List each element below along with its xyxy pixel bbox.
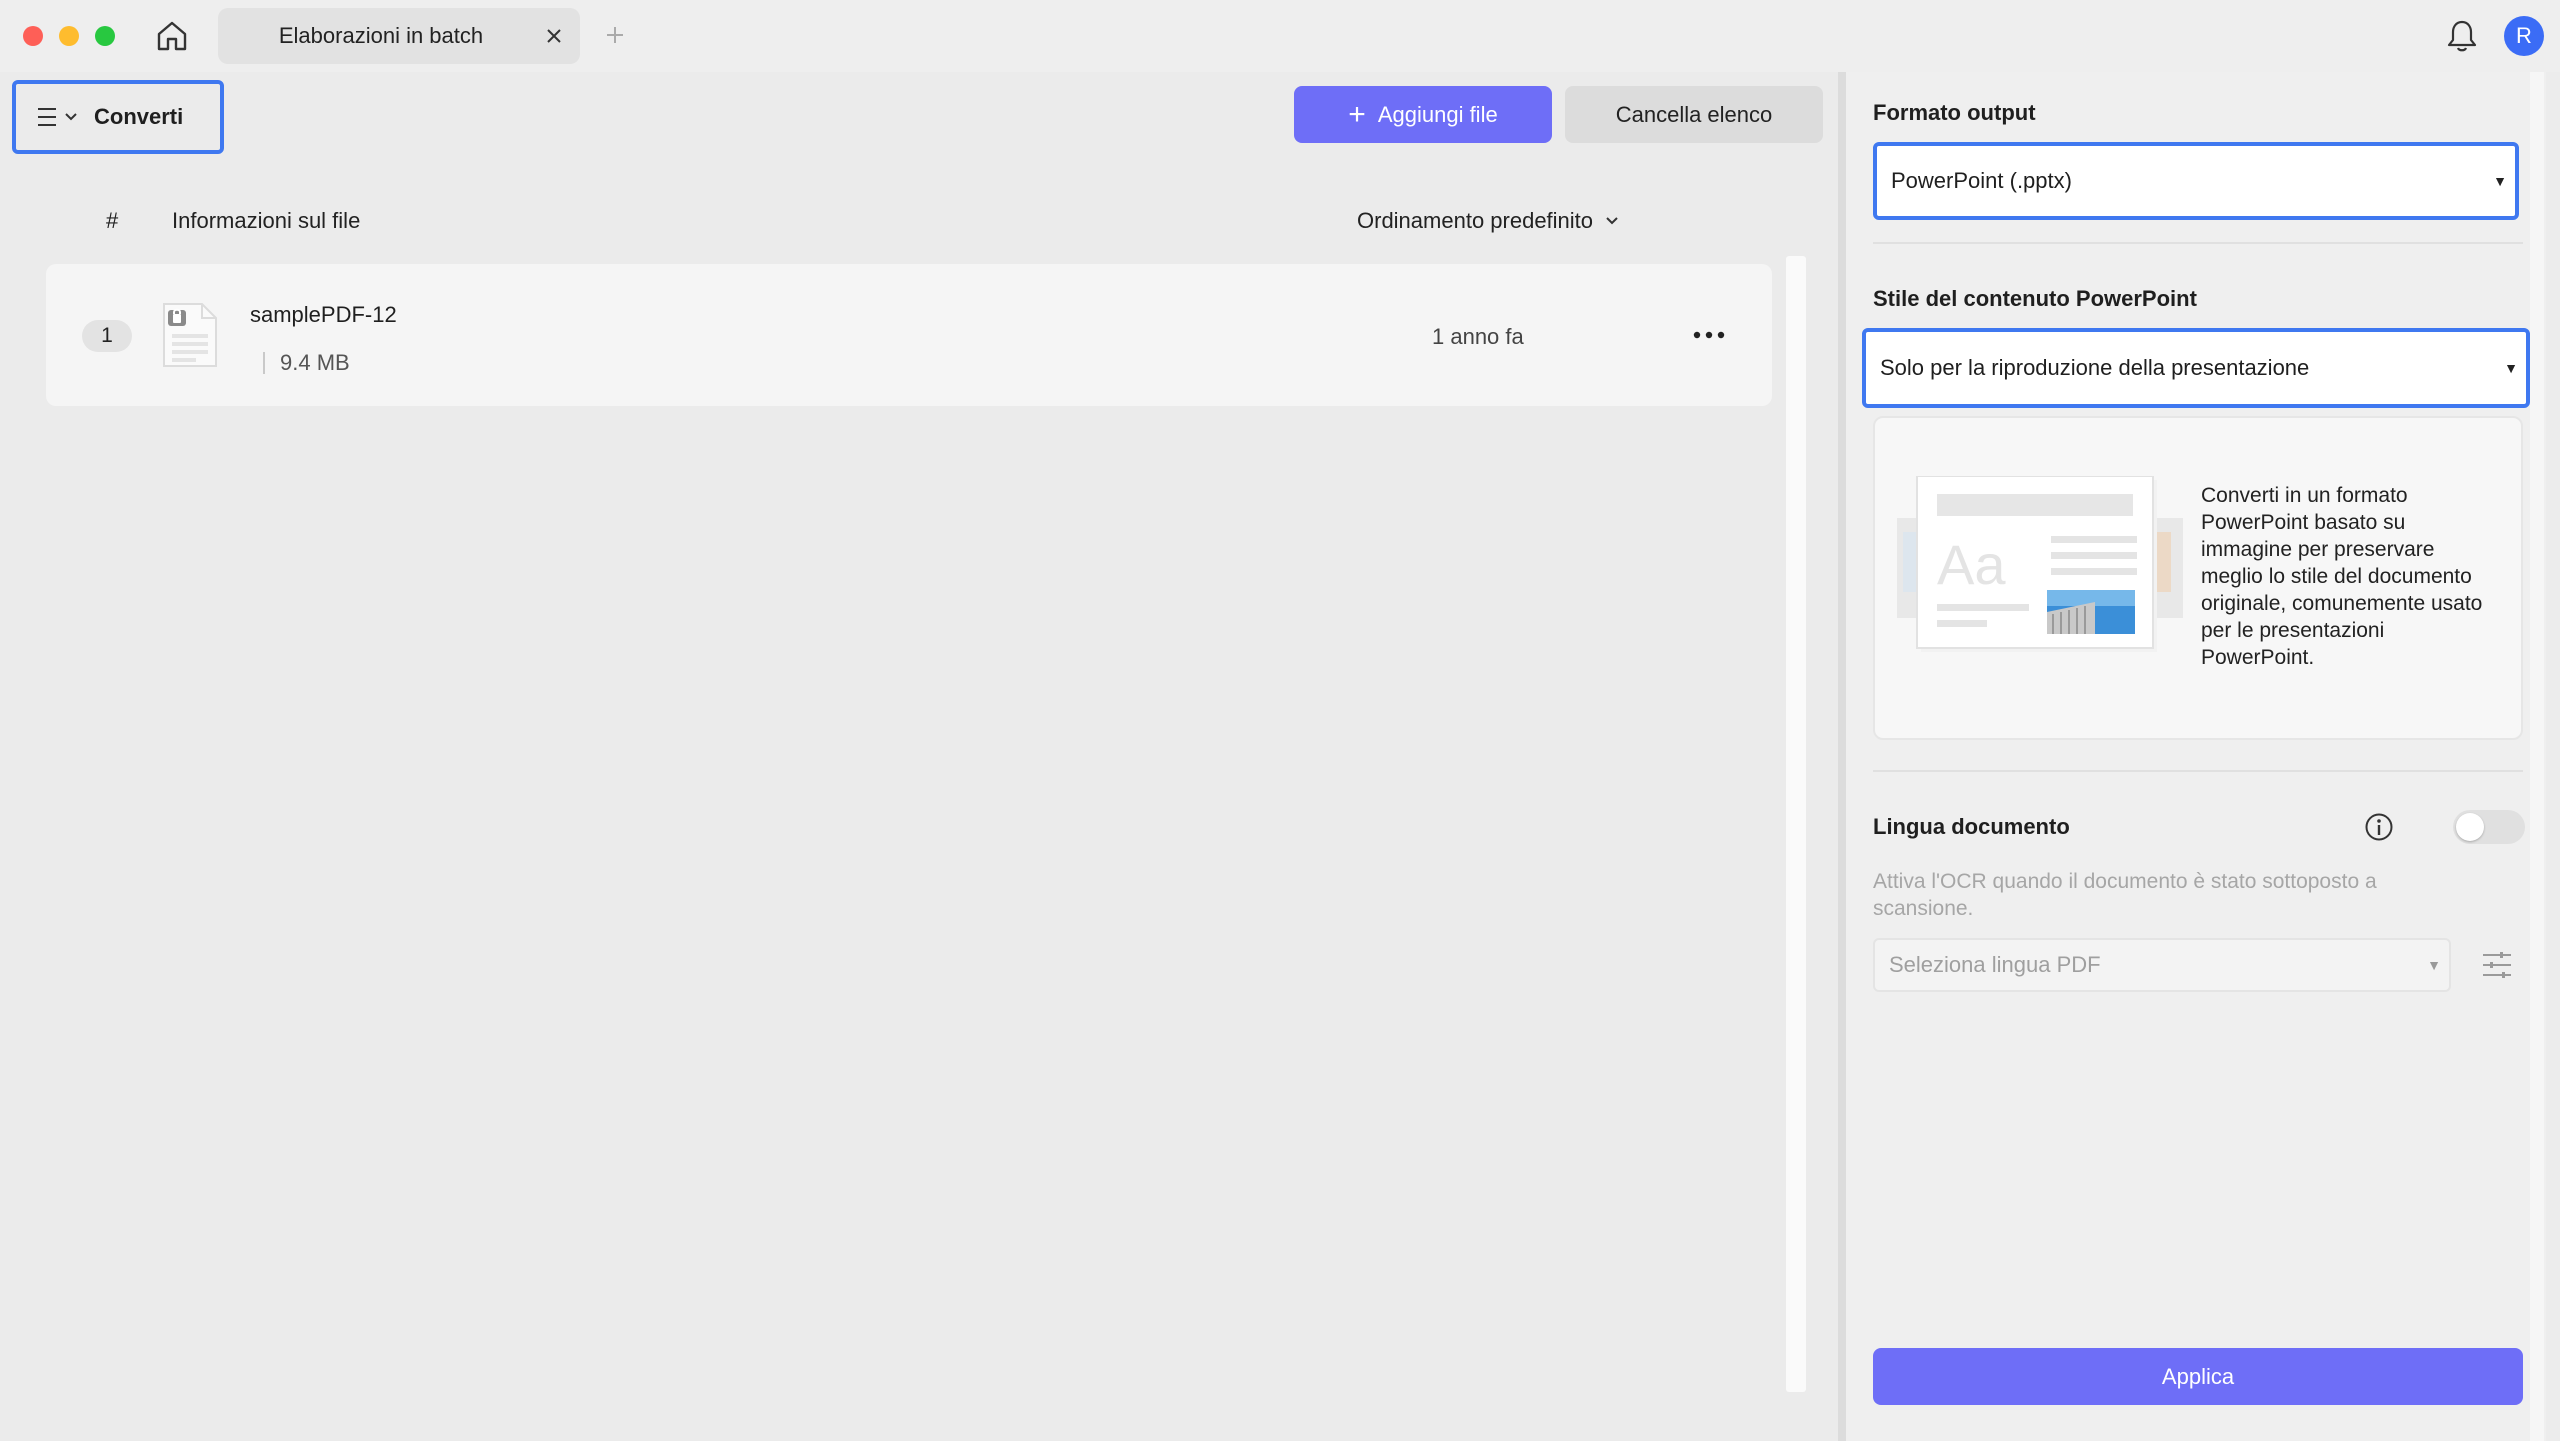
pdf-file-icon xyxy=(162,302,218,368)
settings-panel xyxy=(1846,72,2546,1441)
table-row[interactable]: 1 samplePDF-12 9.4 MB 1 anno fa xyxy=(46,264,1772,406)
svg-text:Aa: Aa xyxy=(1937,533,2006,596)
presentation-preview-image: Aa xyxy=(1895,475,2185,656)
home-button[interactable] xyxy=(150,14,194,58)
ocr-toggle[interactable] xyxy=(2453,810,2525,844)
mode-menu-button[interactable]: Converti xyxy=(12,80,224,154)
chevron-down-icon xyxy=(65,113,77,121)
notifications-button[interactable] xyxy=(2442,16,2482,56)
settings-scrollbar[interactable] xyxy=(2530,72,2544,1441)
pdf-language-placeholder: Seleziona lingua PDF xyxy=(1889,952,2101,977)
ocr-hint-text: Attiva l'OCR quando il documento è stato… xyxy=(1873,870,2377,920)
more-horizontal-icon xyxy=(1693,331,1725,339)
content-style-value: Solo per la riproduzione della presentaz… xyxy=(1880,355,2310,380)
sort-label: Ordinamento predefinito xyxy=(1357,208,1594,233)
minimize-window-button[interactable] xyxy=(59,26,79,46)
home-icon xyxy=(157,21,187,51)
apply-button[interactable]: Applica xyxy=(1873,1348,2523,1405)
tab-title: Elaborazioni in batch xyxy=(278,23,484,48)
divider xyxy=(263,352,265,374)
tab-batch[interactable]: Elaborazioni in batch xyxy=(218,8,580,64)
menu-icon xyxy=(38,108,56,126)
content-style-title: Stile del contenuto PowerPoint xyxy=(1873,286,2197,311)
language-settings-button[interactable] xyxy=(2480,948,2514,982)
output-format-value: PowerPoint (.pptx) xyxy=(1891,168,2072,193)
dropdown-arrow-icon: ▼ xyxy=(2427,957,2441,973)
row-index: 1 xyxy=(82,320,132,352)
document-language-title: Lingua documento xyxy=(1873,814,2070,839)
divider xyxy=(1873,770,2523,772)
plus-icon: + xyxy=(1348,97,1366,131)
file-list-scrollbar[interactable] xyxy=(1786,256,1806,1392)
new-tab-button[interactable] xyxy=(600,20,630,50)
dropdown-arrow-icon: ▼ xyxy=(2493,173,2507,189)
file-time: 1 anno fa xyxy=(1432,324,1524,349)
zoom-window-button[interactable] xyxy=(95,26,115,46)
clear-list-label: Cancella elenco xyxy=(1615,101,1773,127)
plus-icon xyxy=(607,27,623,43)
close-window-button[interactable] xyxy=(23,26,43,46)
file-size: 9.4 MB xyxy=(280,350,350,375)
column-header-index: # xyxy=(106,208,119,233)
sliders-icon xyxy=(2483,952,2511,978)
style-description: Converti in un formato PowerPoint basato… xyxy=(2201,484,2483,669)
add-files-button[interactable]: + Aggiungi file xyxy=(1294,86,1552,143)
chevron-down-icon xyxy=(1606,217,1618,225)
info-icon[interactable] xyxy=(2364,812,2394,842)
column-header-file-info: Informazioni sul file xyxy=(172,208,361,233)
close-icon xyxy=(547,29,561,43)
pdf-language-select[interactable]: Seleziona lingua PDF ▼ xyxy=(1873,938,2451,992)
panel-divider xyxy=(1838,72,1846,1441)
dropdown-arrow-icon: ▼ xyxy=(2504,360,2518,376)
output-format-title: Formato output xyxy=(1873,100,2036,125)
avatar[interactable]: R xyxy=(2504,16,2544,56)
sort-dropdown[interactable]: Ordinamento predefinito xyxy=(1357,208,1619,234)
style-preview-card: Aa Converti in un formato PowerPoint bas… xyxy=(1873,416,2523,740)
more-options-button[interactable] xyxy=(1684,318,1734,352)
mode-label: Converti xyxy=(94,104,184,129)
tab-close-button[interactable] xyxy=(540,22,568,50)
file-name: samplePDF-12 xyxy=(250,302,397,327)
apply-label: Applica xyxy=(2161,1363,2235,1389)
clear-list-button[interactable]: Cancella elenco xyxy=(1565,86,1823,143)
toggle-knob xyxy=(2456,813,2484,841)
content-style-select[interactable]: Solo per la riproduzione della presentaz… xyxy=(1862,328,2530,408)
bell-icon xyxy=(2447,20,2477,52)
add-files-label: Aggiungi file xyxy=(1377,101,1498,127)
divider xyxy=(1873,242,2523,244)
output-format-select[interactable]: PowerPoint (.pptx) ▼ xyxy=(1873,142,2519,220)
